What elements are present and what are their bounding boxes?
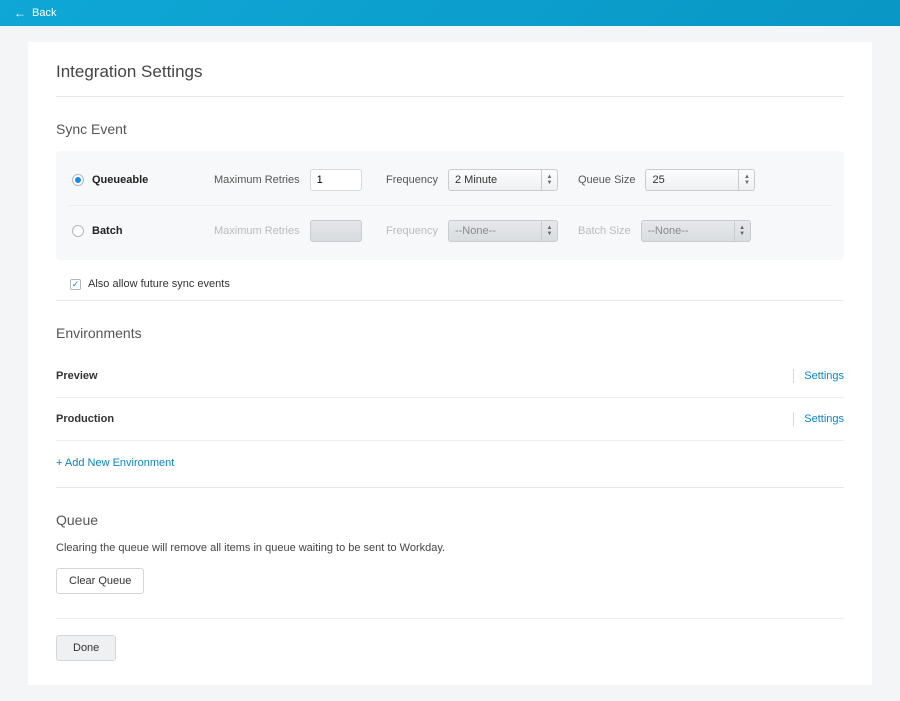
environment-row-preview: Preview Settings (56, 355, 844, 398)
batch-size-label: Batch Size (578, 225, 631, 237)
batch-frequency-value: --None-- (455, 225, 496, 237)
queue-description: Clearing the queue will remove all items… (56, 542, 844, 554)
app-header: ← Back (0, 0, 900, 26)
frequency-value: 2 Minute (455, 174, 497, 186)
clear-queue-button[interactable]: Clear Queue (56, 568, 144, 594)
environment-row-production: Production Settings (56, 398, 844, 441)
back-label: Back (32, 7, 56, 19)
stepper-icon: ▲▼ (734, 221, 750, 241)
allow-future-row: ✓ Also allow future sync events (56, 274, 844, 300)
sync-row-queueable: Queueable Maximum Retries Frequency 2 Mi… (68, 155, 832, 205)
back-button[interactable]: ← Back (14, 6, 56, 20)
radio-queueable[interactable] (72, 174, 84, 186)
environments-heading: Environments (56, 325, 844, 341)
batch-max-retries-label: Maximum Retries (214, 225, 300, 237)
stepper-icon: ▲▼ (738, 170, 754, 190)
divider (793, 369, 794, 383)
sync-event-panel: Queueable Maximum Retries Frequency 2 Mi… (56, 151, 844, 260)
radio-queueable-label: Queueable (92, 174, 148, 186)
environment-settings-link[interactable]: Settings (804, 413, 844, 425)
allow-future-checkbox[interactable]: ✓ (70, 279, 81, 290)
radio-batch[interactable] (72, 225, 84, 237)
batch-size-select: --None-- ▲▼ (641, 220, 751, 242)
environment-name: Production (56, 413, 114, 425)
allow-future-label: Also allow future sync events (88, 278, 230, 290)
divider (56, 300, 844, 301)
done-button[interactable]: Done (56, 635, 116, 661)
arrow-left-icon: ← (14, 6, 26, 20)
sync-event-heading: Sync Event (56, 121, 844, 137)
max-retries-input[interactable] (310, 169, 362, 191)
radio-batch-label: Batch (92, 225, 123, 237)
batch-frequency-label: Frequency (386, 225, 438, 237)
max-retries-label: Maximum Retries (214, 174, 300, 186)
queue-size-select[interactable]: 25 ▲▼ (645, 169, 755, 191)
frequency-select[interactable]: 2 Minute ▲▼ (448, 169, 558, 191)
batch-frequency-select: --None-- ▲▼ (448, 220, 558, 242)
environment-name: Preview (56, 370, 98, 382)
stepper-icon: ▲▼ (541, 170, 557, 190)
stepper-icon: ▲▼ (541, 221, 557, 241)
divider (56, 96, 844, 97)
divider (793, 412, 794, 426)
sync-row-batch: Batch Maximum Retries Frequency --None--… (68, 205, 832, 256)
batch-max-retries-input (310, 220, 362, 242)
page-title: Integration Settings (56, 62, 844, 82)
queue-size-value: 25 (652, 174, 664, 186)
divider (56, 487, 844, 488)
queue-heading: Queue (56, 512, 844, 528)
batch-size-value: --None-- (648, 225, 689, 237)
frequency-label: Frequency (386, 174, 438, 186)
queue-size-label: Queue Size (578, 174, 635, 186)
add-environment-link[interactable]: + Add New Environment (56, 457, 174, 469)
environment-settings-link[interactable]: Settings (804, 370, 844, 382)
settings-card: Integration Settings Sync Event Queueabl… (28, 42, 872, 685)
